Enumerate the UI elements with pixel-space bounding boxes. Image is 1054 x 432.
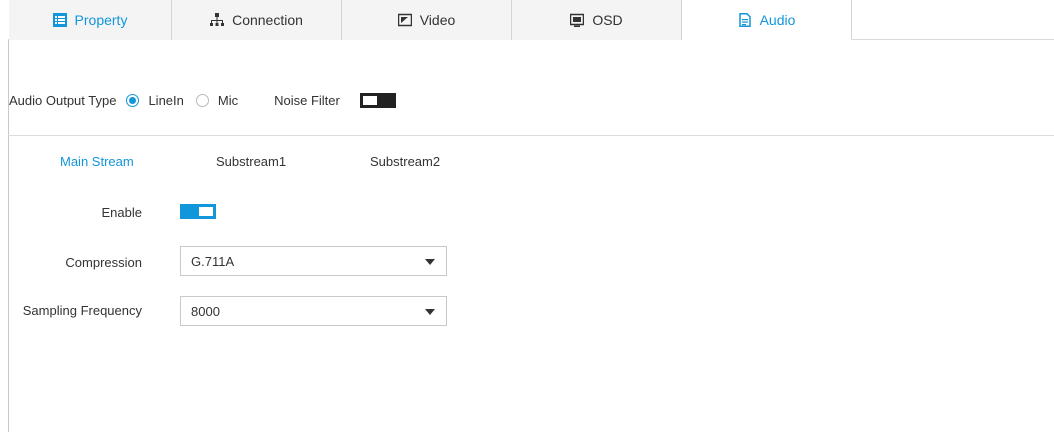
sampling-frequency-label: Sampling Frequency [22,303,142,318]
enable-label: Enable [101,205,142,220]
stream-tab-main[interactable]: Main Stream [60,154,134,169]
radio-linein[interactable] [126,93,140,107]
stream-tab-sub1[interactable]: Substream1 [216,154,286,169]
tab-video-label: Video [419,12,456,28]
compression-select[interactable]: G.711A [180,246,447,276]
tab-property-label: Property [74,12,128,28]
document-icon [738,12,752,27]
network-icon [210,13,225,27]
property-icon [52,13,67,27]
tab-property[interactable]: Property [9,0,172,40]
tab-audio[interactable]: Audio [682,0,852,40]
content-frame [8,0,1054,432]
tab-osd[interactable]: OSD [512,0,682,40]
osd-icon [570,13,585,27]
compression-value: G.711A [191,253,235,269]
tab-connection-label: Connection [232,12,303,28]
audio-output-row: Audio Output Type LineIn Mic Noise Filte… [9,88,396,112]
tab-connection[interactable]: Connection [172,0,342,40]
radio-mic[interactable] [195,93,209,107]
stream-tab-sub2[interactable]: Substream2 [370,154,440,169]
video-icon [397,13,412,27]
stream-tabs: Main Stream Substream1 Substream2 [0,154,1054,174]
audio-output-type-label: Audio Output Type [9,92,117,108]
radio-linein-label[interactable]: LineIn [148,93,183,108]
tab-osd-label: OSD [592,12,623,28]
enable-toggle[interactable] [180,204,216,219]
noise-filter-label: Noise Filter [274,92,340,108]
tab-audio-label: Audio [759,11,796,28]
chevron-down-icon [425,309,435,315]
radio-mic-label[interactable]: Mic [218,93,238,108]
sampling-frequency-value: 8000 [191,303,220,319]
noise-filter-toggle[interactable] [359,92,396,108]
chevron-down-icon [425,259,435,265]
tabs: Property Connection Video OSD Audio [9,0,852,40]
tab-video[interactable]: Video [342,0,512,40]
sampling-frequency-select[interactable]: 8000 [180,296,447,326]
compression-label: Compression [65,255,142,270]
section-divider [8,135,1054,136]
